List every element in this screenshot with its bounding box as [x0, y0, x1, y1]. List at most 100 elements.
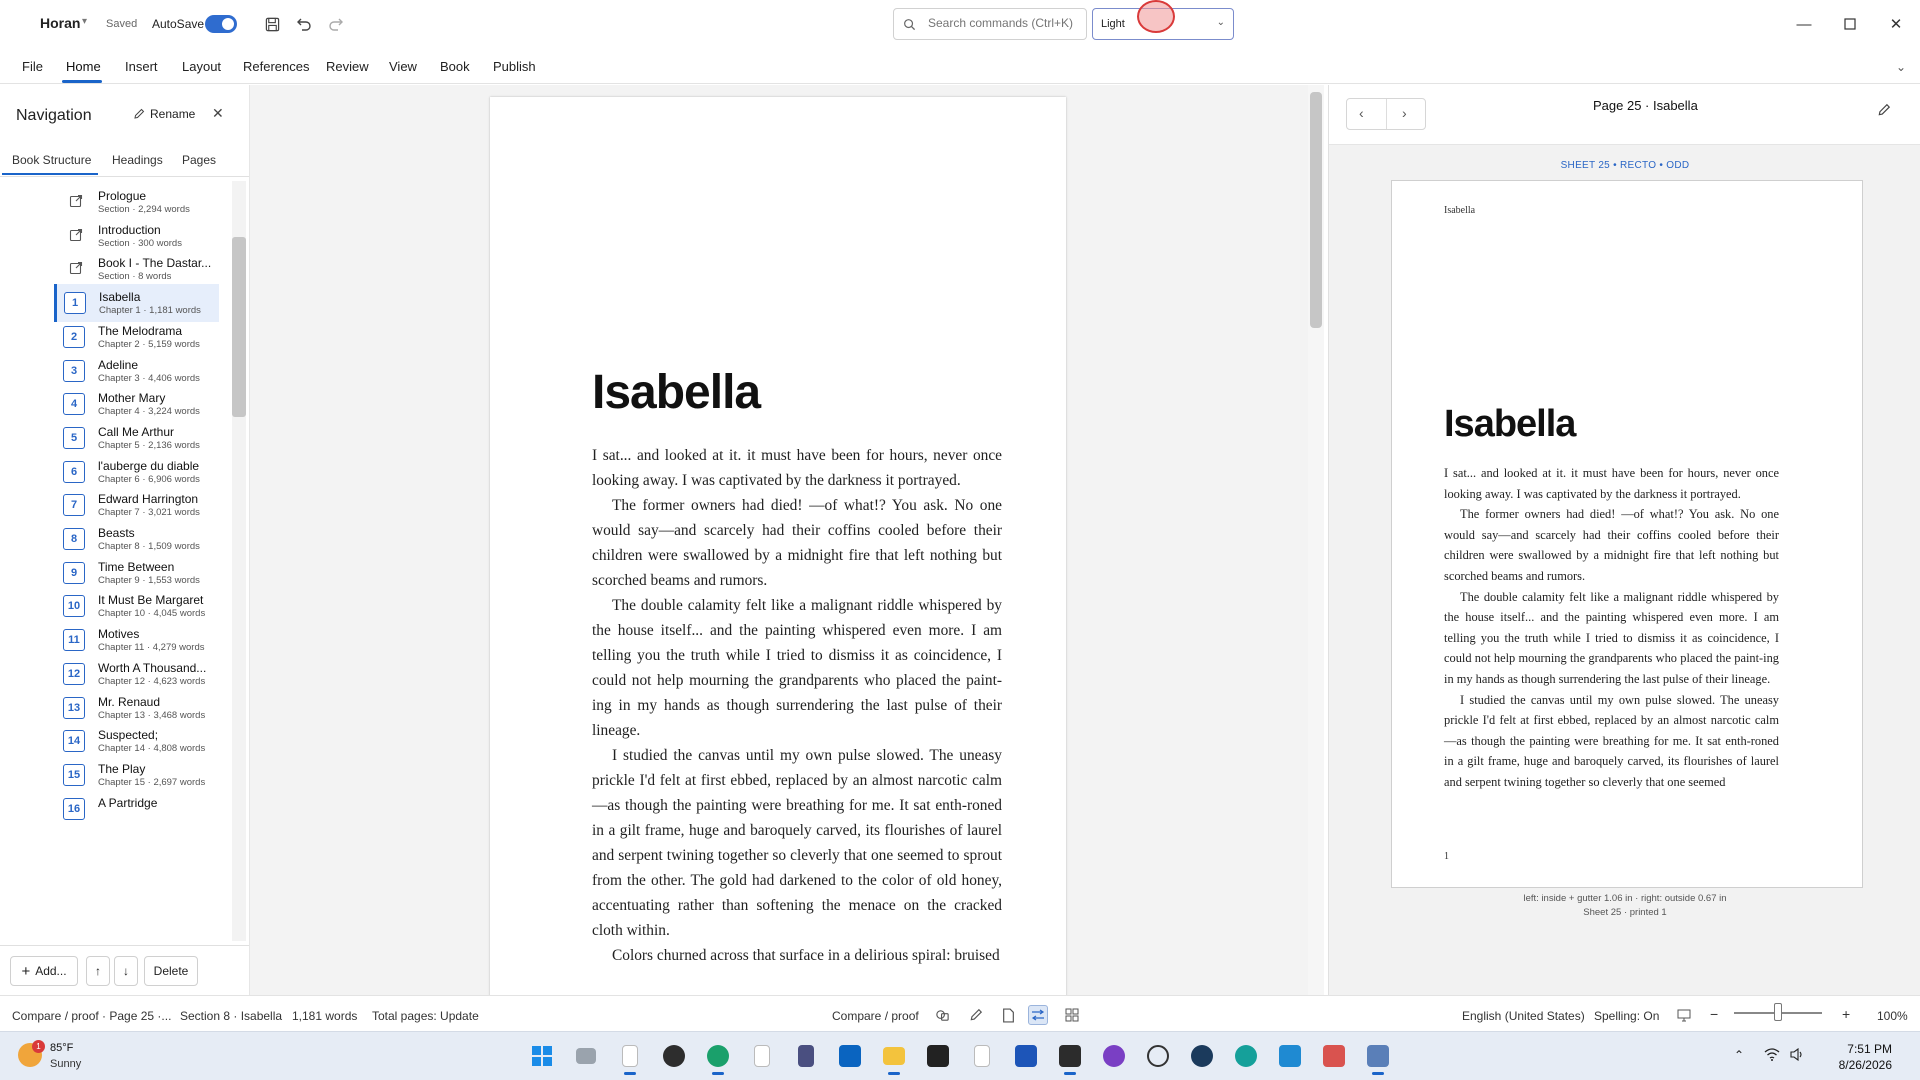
chapter-title[interactable]: Isabella — [592, 365, 761, 420]
chevron-down-icon[interactable]: ⌄ — [1896, 60, 1906, 74]
notepad-icon[interactable] — [747, 1041, 777, 1071]
list-item[interactable]: 7 Edward Harrington Chapter 7 · 3,021 word… — [56, 486, 221, 524]
undo-icon[interactable] — [293, 13, 315, 35]
tab-review[interactable]: Review — [326, 59, 369, 74]
chevron-right-icon[interactable]: › — [1402, 105, 1407, 121]
paragraph[interactable]: I studied the canvas until my own pulse … — [592, 743, 1002, 943]
status-total-pages[interactable]: Total pages: Update — [372, 1009, 479, 1023]
clock-date[interactable]: 8/26/2026 — [1822, 1058, 1892, 1072]
close-icon[interactable]: ✕ — [212, 105, 224, 122]
tab-references[interactable]: References — [243, 59, 309, 74]
page-icon[interactable] — [998, 1005, 1018, 1025]
speaker-icon[interactable] — [1790, 1047, 1804, 1064]
tab-book[interactable]: Book — [440, 59, 470, 74]
steam-icon[interactable] — [1187, 1041, 1217, 1071]
zoom-slider-thumb[interactable] — [1774, 1003, 1782, 1021]
list-item[interactable]: 3 Adeline Chapter 3 · 4,406 words — [56, 352, 221, 390]
nav-scrollbar-thumb[interactable] — [232, 237, 246, 417]
paragraph[interactable]: The former owners had died! —of what!? Y… — [592, 493, 1002, 593]
move-down-button[interactable]: ↓ — [114, 956, 138, 986]
zoom-in-button[interactable]: + — [1842, 1006, 1850, 1022]
vscode-icon[interactable] — [1275, 1041, 1305, 1071]
file-explorer-icon[interactable] — [879, 1041, 909, 1075]
rename-button[interactable]: Rename — [150, 107, 195, 121]
paragraph[interactable]: I sat... and looked at it. it must have … — [592, 443, 1002, 493]
paragraph[interactable]: Colors churned across that surface in a … — [592, 943, 1002, 968]
document-app-icon[interactable] — [615, 1041, 645, 1075]
tab-view[interactable]: View — [389, 59, 417, 74]
task-view-icon[interactable] — [571, 1041, 601, 1071]
wifi-icon[interactable] — [1764, 1048, 1780, 1064]
list-item[interactable]: 15 The Play Chapter 15 · 2,697 words — [56, 756, 221, 794]
book-app-icon[interactable] — [1363, 1041, 1393, 1075]
chatgpt-icon[interactable] — [1143, 1041, 1173, 1071]
list-item[interactable]: 16 A Partridge — [56, 790, 221, 828]
editor-scrollbar-thumb[interactable] — [1310, 92, 1322, 328]
maximize-button[interactable] — [1836, 12, 1864, 36]
github-icon[interactable] — [1099, 1041, 1129, 1071]
list-item[interactable]: Book I - The Dastar... Section · 8 words — [56, 250, 221, 288]
save-icon[interactable] — [261, 13, 283, 35]
pencil-icon[interactable] — [133, 107, 145, 125]
tab-pages[interactable]: Pages — [182, 153, 216, 167]
tab-file[interactable]: File — [22, 59, 43, 74]
tool-app-icon[interactable] — [1319, 1041, 1349, 1071]
list-item[interactable]: 14 Suspected; Chapter 14 · 4,808 words — [56, 722, 221, 760]
list-item[interactable]: 13 Mr. Renaud Chapter 13 · 3,468 words — [56, 689, 221, 727]
search-input[interactable] — [928, 16, 1078, 30]
weather-condition[interactable]: Sunny — [50, 1058, 81, 1070]
tab-insert[interactable]: Insert — [125, 59, 158, 74]
chevron-up-icon[interactable]: ⌃ — [1734, 1048, 1744, 1062]
minimize-button[interactable]: — — [1790, 12, 1818, 36]
camera-app-icon[interactable] — [659, 1041, 689, 1071]
list-item[interactable]: Prologue Section · 2,294 words — [56, 183, 221, 221]
edge-dev-icon[interactable] — [1231, 1041, 1261, 1071]
tab-book-structure[interactable]: Book Structure — [12, 153, 91, 167]
list-item[interactable]: 11 Motives Chapter 11 · 4,279 words — [56, 621, 221, 659]
list-item[interactable]: Introduction Section · 300 words — [56, 217, 221, 255]
list-item[interactable]: 10 It Must Be Margaret Chapter 10 · 4,045 … — [56, 587, 221, 625]
status-language[interactable]: English (United States) — [1462, 1009, 1585, 1023]
swap-icon[interactable] — [1028, 1005, 1048, 1025]
status-spelling[interactable]: Spelling: On — [1594, 1009, 1659, 1023]
tab-headings[interactable]: Headings — [112, 153, 163, 167]
redo-icon[interactable] — [325, 13, 347, 35]
list-item[interactable]: 4 Mother Mary Chapter 4 · 3,224 words — [56, 385, 221, 423]
weather-temperature[interactable]: 85°F — [50, 1042, 73, 1054]
list-item[interactable]: 2 The Melodrama Chapter 2 · 5,159 words — [56, 318, 221, 356]
close-window-button[interactable]: ✕ — [1882, 12, 1910, 36]
move-up-button[interactable]: ↑ — [86, 956, 110, 986]
edge-icon[interactable] — [703, 1041, 733, 1075]
chevron-down-icon[interactable]: ▾ — [82, 16, 87, 27]
add-button[interactable]: + Add... — [10, 956, 78, 986]
text-file-icon[interactable] — [967, 1041, 997, 1071]
display-icon[interactable] — [1674, 1005, 1694, 1025]
list-item[interactable]: 8 Beasts Chapter 8 · 1,509 words — [56, 520, 221, 558]
list-item[interactable]: 5 Call Me Arthur Chapter 5 · 2,136 words — [56, 419, 221, 457]
grid-icon[interactable] — [1062, 1005, 1082, 1025]
list-item[interactable]: 6 l'auberge du diable Chapter 6 · 6,906 wo… — [56, 453, 221, 491]
tab-publish[interactable]: Publish — [493, 59, 536, 74]
list-item[interactable]: 9 Time Between Chapter 9 · 1,553 words — [56, 554, 221, 592]
clock-time[interactable]: 7:51 PM — [1822, 1042, 1892, 1056]
word-icon[interactable] — [1011, 1041, 1041, 1071]
paragraph[interactable]: The double calamity felt like a malignan… — [592, 593, 1002, 743]
pencil-icon[interactable] — [966, 1005, 986, 1025]
chapter-body[interactable]: I sat... and looked at it. it must have … — [592, 443, 1002, 968]
tab-home[interactable]: Home — [66, 59, 101, 74]
start-icon[interactable] — [527, 1041, 557, 1071]
document-name[interactable]: Horan — [40, 15, 80, 31]
opera-app-icon[interactable] — [923, 1041, 953, 1071]
list-item[interactable]: 1 Isabella Chapter 1 · 1,181 words — [54, 284, 219, 323]
pencil-icon[interactable] — [1877, 103, 1893, 119]
zoom-out-button[interactable]: − — [1710, 1006, 1718, 1022]
terminal-icon[interactable] — [1055, 1041, 1085, 1075]
film-app-icon[interactable] — [791, 1041, 821, 1071]
outlook-icon[interactable] — [835, 1041, 865, 1071]
chevron-left-icon[interactable]: ‹ — [1359, 105, 1364, 121]
compare-icon[interactable] — [932, 1005, 952, 1025]
autosave-toggle[interactable] — [205, 15, 237, 33]
delete-button[interactable]: Delete — [144, 956, 198, 986]
editor-page[interactable]: Isabella I sat... and looked at it. it m… — [490, 97, 1066, 997]
command-search[interactable] — [893, 8, 1087, 40]
